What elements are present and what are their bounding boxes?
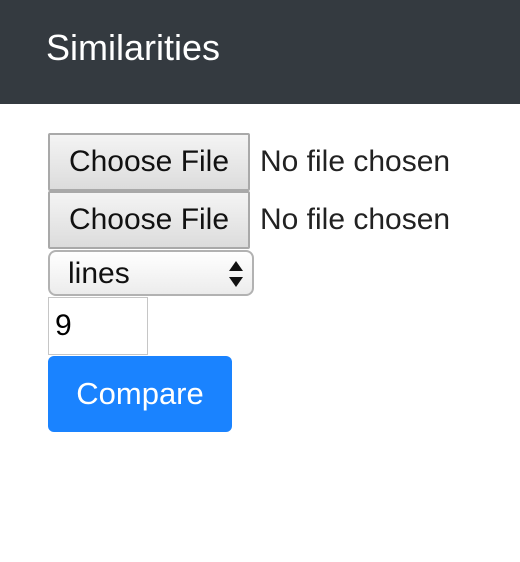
file-input-1[interactable]: Choose File No file chosen: [48, 133, 451, 191]
file-status-2: No file chosen: [260, 203, 451, 236]
file-status-1: No file chosen: [260, 145, 451, 178]
choose-file-button-2[interactable]: Choose File: [48, 191, 250, 249]
threshold-input[interactable]: [48, 297, 148, 355]
choose-file-button-1[interactable]: Choose File: [48, 133, 250, 191]
navbar: Similarities: [0, 0, 520, 104]
select-arrows-icon: [229, 261, 243, 287]
mode-select[interactable]: lines: [48, 250, 254, 296]
mode-select-value: lines: [68, 257, 130, 290]
compare-button[interactable]: Compare: [48, 356, 232, 432]
brand-title[interactable]: Similarities: [46, 26, 220, 70]
file-input-2[interactable]: Choose File No file chosen: [48, 191, 451, 249]
